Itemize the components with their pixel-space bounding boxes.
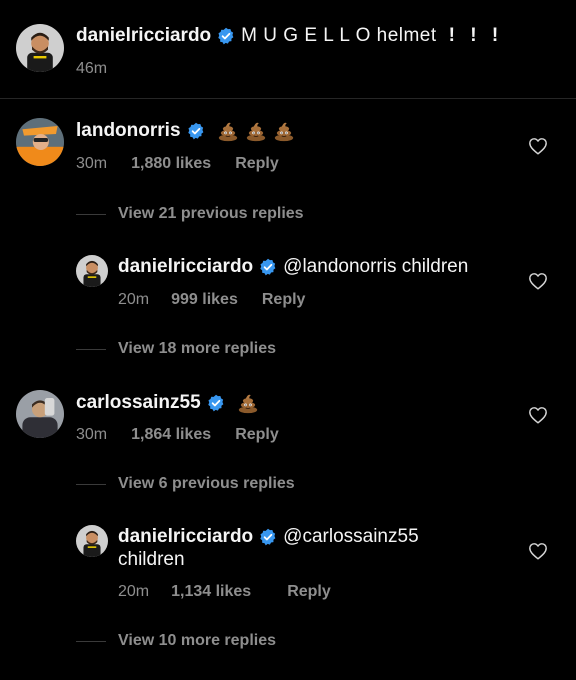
thread-line xyxy=(76,214,106,215)
view-previous-replies[interactable]: View 21 previous replies xyxy=(118,205,304,223)
reply-text-line2: children xyxy=(118,549,185,570)
comment-likes[interactable]: 1,864 likes xyxy=(131,426,211,444)
caption-text: M U G E L L O helmet xyxy=(241,25,437,46)
caption-username[interactable]: danielricciardo xyxy=(76,25,211,47)
reply-avatar[interactable] xyxy=(76,255,108,287)
thread-line xyxy=(76,349,106,350)
comment-meta: 30m 1,880 likes Reply xyxy=(76,154,279,174)
thread-line xyxy=(76,641,106,642)
caption-exclaim: ! ! ! xyxy=(448,25,499,46)
comment-time: 30m xyxy=(76,426,108,443)
verified-badge-icon xyxy=(259,528,277,546)
heart-icon[interactable] xyxy=(528,137,548,155)
thread-line xyxy=(76,484,106,485)
comment-avatar[interactable] xyxy=(16,390,64,438)
avatar-image xyxy=(16,118,64,166)
comment-meta: 30m 1,864 likes Reply xyxy=(76,425,279,445)
reply-button[interactable]: Reply xyxy=(287,583,331,601)
poop-emoji-icon xyxy=(217,120,239,142)
heart-icon[interactable] xyxy=(528,406,548,424)
reply-likes[interactable]: 999 likes xyxy=(171,291,238,309)
view-more-replies[interactable]: View 10 more replies xyxy=(118,632,276,650)
reply-time: 20m xyxy=(118,291,150,308)
verified-badge-icon xyxy=(217,27,235,45)
poop-emoji-icon xyxy=(245,120,267,142)
reply-line: danielricciardo @carlossainz55 xyxy=(118,525,419,549)
avatar-image xyxy=(16,24,64,72)
reply-meta: 20m 1,134 likes Reply xyxy=(118,582,331,602)
comment-likes[interactable]: 1,880 likes xyxy=(131,155,211,173)
reply-button[interactable]: Reply xyxy=(235,155,279,173)
view-more-replies[interactable]: View 18 more replies xyxy=(118,340,276,358)
verified-badge-icon xyxy=(207,394,225,412)
reply-line: danielricciardo @landonorris children xyxy=(118,255,468,279)
poop-emoji-icon xyxy=(273,120,295,142)
comment-username[interactable]: landonorris xyxy=(76,120,181,142)
reply-button[interactable]: Reply xyxy=(235,426,279,444)
comment-avatar[interactable] xyxy=(16,118,64,166)
caption-time: 46m xyxy=(76,60,108,77)
heart-icon[interactable] xyxy=(528,272,548,290)
avatar-image xyxy=(76,525,108,557)
comment-line: carlossainz55 xyxy=(76,390,259,416)
caption-divider xyxy=(0,98,576,99)
comment-time: 30m xyxy=(76,155,108,172)
heart-icon[interactable] xyxy=(528,542,548,560)
reply-text: @landonorris children xyxy=(283,256,469,277)
reply-button[interactable]: Reply xyxy=(262,291,306,309)
avatar-image xyxy=(76,255,108,287)
reply-avatar[interactable] xyxy=(76,525,108,557)
view-previous-replies[interactable]: View 6 previous replies xyxy=(118,475,295,493)
verified-badge-icon xyxy=(187,122,205,140)
caption-avatar[interactable] xyxy=(16,24,64,72)
reply-time: 20m xyxy=(118,583,150,600)
reply-username[interactable]: danielricciardo xyxy=(118,526,253,548)
reply-username[interactable]: danielricciardo xyxy=(118,256,253,278)
verified-badge-icon xyxy=(259,258,277,276)
avatar-image xyxy=(16,390,64,438)
comment-username[interactable]: carlossainz55 xyxy=(76,392,201,414)
caption-line: danielricciardo M U G E L L O helmet ! !… xyxy=(76,24,498,48)
reply-likes[interactable]: 1,134 likes xyxy=(171,583,251,601)
poop-emoji-icon xyxy=(237,392,259,414)
reply-text: @carlossainz55 xyxy=(283,526,419,547)
comment-line: landonorris xyxy=(76,118,295,144)
reply-meta: 20m 999 likes Reply xyxy=(118,290,305,310)
